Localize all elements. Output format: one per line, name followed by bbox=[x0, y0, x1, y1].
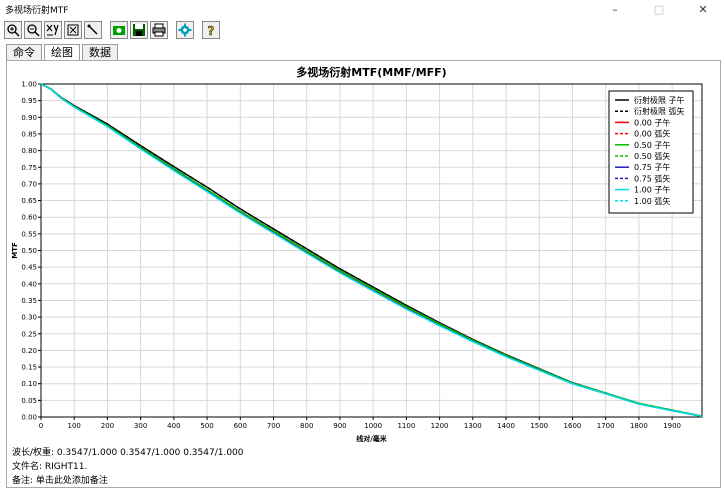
legend-label-9: 1.00 弧矢 bbox=[634, 196, 670, 206]
y-tick-label: 0.15 bbox=[21, 364, 37, 372]
legend-label-3: 0.00 弧矢 bbox=[634, 129, 670, 139]
x-tick-label: 1500 bbox=[530, 422, 548, 430]
x-tick-label: 800 bbox=[300, 422, 313, 430]
x-tick-label: 500 bbox=[200, 422, 213, 430]
y-tick-label: 0.85 bbox=[21, 130, 37, 138]
x-tick-label: 700 bbox=[267, 422, 280, 430]
y-tick-label: 0.55 bbox=[21, 230, 37, 238]
y-tick-label: 0.95 bbox=[21, 97, 37, 105]
x-tick-label: 1300 bbox=[464, 422, 482, 430]
x-tick-label: 1900 bbox=[663, 422, 681, 430]
x-tick-label: 300 bbox=[134, 422, 147, 430]
x-tick-label: 600 bbox=[234, 422, 247, 430]
y-tick-label: 0.45 bbox=[21, 264, 37, 272]
y-axis-label: MTF bbox=[11, 242, 19, 259]
x-tick-label: 0 bbox=[39, 422, 43, 430]
y-tick-label: 0.20 bbox=[21, 347, 37, 355]
legend-label-8: 1.00 子午 bbox=[634, 185, 670, 195]
legend-label-6: 0.75 子午 bbox=[634, 162, 670, 172]
y-tick-label: 0.10 bbox=[21, 380, 37, 388]
legend-label-0: 衍射极限 子午 bbox=[634, 95, 685, 105]
y-tick-label: 0.25 bbox=[21, 330, 37, 338]
y-tick-label: 0.35 bbox=[21, 297, 37, 305]
mtf-chart: 0 100 200 300 400 500 600 700 800 900 1000 1100 1200… bbox=[11, 65, 703, 443]
y-tick-label: 0.90 bbox=[21, 114, 37, 122]
y-tick-label: 0.00 bbox=[21, 414, 37, 422]
y-tick-label: 0.80 bbox=[21, 147, 37, 155]
legend-label-1: 衍射极限 弧矢 bbox=[634, 106, 685, 116]
x-axis-label: 线对/毫米 bbox=[356, 434, 388, 443]
wavelength-info: 波长/权重: 0.3547/1.000 0.3547/1.000 0.3547/… bbox=[12, 448, 244, 458]
x-tick-label: 1100 bbox=[397, 422, 415, 430]
legend-label-5: 0.50 弧矢 bbox=[634, 151, 670, 161]
y-tick-label: 0.50 bbox=[21, 247, 37, 255]
x-tick-label: 100 bbox=[68, 422, 81, 430]
y-tick-label: 1.00 bbox=[21, 81, 37, 89]
legend-label-4: 0.50 子午 bbox=[634, 140, 670, 150]
x-tick-label: 1600 bbox=[564, 422, 582, 430]
x-tick-label: 200 bbox=[101, 422, 114, 430]
y-tick-label: 0.70 bbox=[21, 180, 37, 188]
filename-info: 文件名: RIGHT11. bbox=[12, 462, 88, 472]
y-tick-label: 0.40 bbox=[21, 280, 37, 288]
legend-label-7: 0.75 弧矢 bbox=[634, 173, 670, 183]
y-tick-label: 0.05 bbox=[21, 397, 37, 405]
x-tick-label: 1200 bbox=[431, 422, 449, 430]
y-tick-label: 0.60 bbox=[21, 214, 37, 222]
x-tick-label: 1400 bbox=[497, 422, 515, 430]
y-tick-label: 0.30 bbox=[21, 314, 37, 322]
y-tick-label: 0.65 bbox=[21, 197, 37, 205]
legend-label-2: 0.00 子午 bbox=[634, 117, 670, 127]
x-tick-label: 1800 bbox=[630, 422, 648, 430]
y-tick-label: 0.75 bbox=[21, 164, 37, 172]
chart-title: 多视场衍射MTF(MMF/MFF) bbox=[296, 65, 446, 79]
note-info[interactable]: 备注: 单击此处添加备注 bbox=[12, 473, 108, 486]
x-tick-label: 1700 bbox=[597, 422, 615, 430]
x-tick-label: 400 bbox=[167, 422, 180, 430]
x-tick-label: 900 bbox=[333, 422, 346, 430]
x-tick-label: 1000 bbox=[364, 422, 382, 430]
